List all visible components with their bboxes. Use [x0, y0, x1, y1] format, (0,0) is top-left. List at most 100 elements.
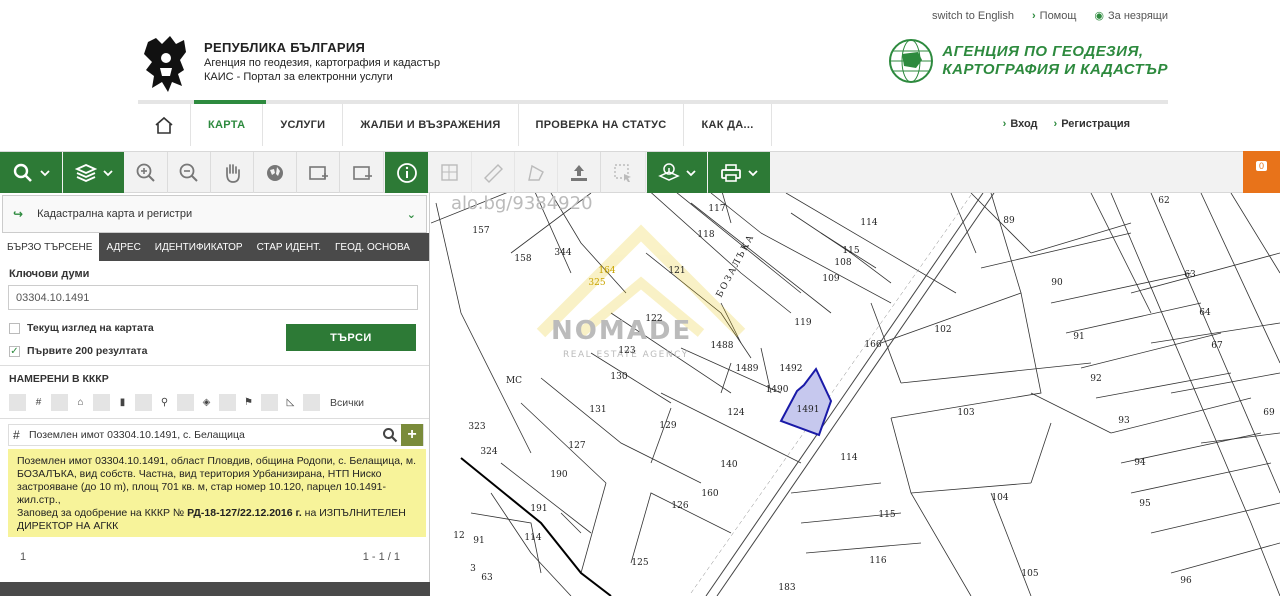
parcel-label: 3 [470, 564, 476, 574]
filter-empty-button[interactable] [261, 394, 278, 411]
info-icon [396, 163, 417, 183]
parcel-label: 67 [1211, 341, 1223, 351]
current-view-checkbox[interactable]: Текущ изглед на картата [9, 322, 154, 334]
filter-building-button[interactable]: ⌂ [72, 394, 89, 411]
chevron-down-icon [102, 170, 113, 177]
chevron-down-icon [40, 170, 50, 177]
zoom-in-button[interactable] [125, 152, 168, 194]
accessibility-link[interactable]: ◉ За незрящи [1094, 9, 1168, 23]
brand-block[interactable]: РЕПУБЛИКА БЪЛГАРИЯ Агенция по геодезия, … [140, 34, 440, 96]
filter-layers-button[interactable]: ◈ [198, 394, 215, 411]
layer-selector[interactable]: ↪ Кадастрална карта и регистри ⌄ [2, 195, 427, 233]
nav-status-check[interactable]: ПРОВЕРКА НА СТАТУС [519, 104, 685, 146]
nav-map[interactable]: КАРТА [191, 104, 264, 146]
eye-icon: ◉ [1094, 10, 1105, 22]
measure-distance-button[interactable] [472, 152, 515, 194]
filter-all-label[interactable]: Всички [330, 397, 364, 409]
parcel-label: 108 [834, 258, 851, 268]
map-canvas[interactable]: alo.bg/9384920 NOMADE REAL ESTATE AGENCY… [431, 193, 1280, 596]
globe-icon [889, 39, 934, 83]
full-extent-button[interactable] [254, 152, 297, 194]
parcel-label: 123 [618, 346, 635, 356]
parcel-label: 12 [453, 531, 464, 541]
help-link[interactable]: › Помощ [1032, 9, 1076, 22]
layers-tool-button[interactable] [63, 152, 124, 194]
add-window-button[interactable] [297, 152, 340, 194]
street-label: БОЗАЛЪКА [715, 232, 757, 299]
home-nav[interactable] [138, 104, 191, 146]
nav-how-to[interactable]: КАК ДА... [684, 104, 772, 146]
filter-unit-button[interactable]: ▮ [114, 394, 131, 411]
chevron-down-icon: ⌄ [406, 208, 416, 221]
select-button[interactable] [601, 152, 646, 194]
agency-name-line2: КАРТОГРАФИЯ И КАДАСТЪР [942, 61, 1168, 78]
pan-button[interactable] [211, 152, 254, 194]
filter-flag-button[interactable]: ⚑ [240, 394, 257, 411]
filter-empty-button[interactable] [177, 394, 194, 411]
parcel-label: 1488 [711, 341, 734, 351]
cadastral-map[interactable]: alo.bg/9384920 NOMADE REAL ESTATE AGENCY… [431, 193, 1280, 596]
grid-icon: # [13, 428, 20, 442]
filter-location-button[interactable]: ⚲ [156, 394, 173, 411]
page-number[interactable]: 1 [20, 551, 26, 563]
register-link[interactable]: Регистрация [1054, 118, 1130, 130]
search-button[interactable]: ТЪРСИ [286, 324, 416, 351]
filter-grid-button[interactable]: # [30, 394, 47, 411]
parcel-label: 160 [701, 489, 718, 499]
tab-quick-search[interactable]: БЪРЗО ТЪРСЕНЕ [0, 233, 100, 261]
parcel-label: 95 [1139, 499, 1151, 509]
notifications-button[interactable]: 0 [1243, 151, 1280, 193]
tab-identifier[interactable]: ИДЕНТИФИКАТОР [148, 233, 250, 261]
parcel-label: 1492 [780, 364, 803, 374]
filter-empty-button[interactable] [51, 394, 68, 411]
highlighted-parcel[interactable] [779, 367, 833, 437]
upload-button[interactable] [558, 152, 601, 194]
layer-info-icon [658, 163, 680, 181]
filter-parcel-button[interactable] [9, 394, 26, 411]
filter-empty-button[interactable] [135, 394, 152, 411]
parcel-label: 63 [481, 573, 493, 583]
search-panel: ↪ Кадастрална карта и регистри ⌄ БЪРЗО Т… [0, 193, 430, 596]
filter-empty-button[interactable] [93, 394, 110, 411]
watermark-logo: NOMADE [551, 316, 692, 346]
measure-angle-button[interactable] [515, 152, 558, 194]
keywords-input[interactable]: 03304.10.1491 [8, 285, 418, 310]
map-toolbar [0, 151, 1280, 194]
parcel-label: 324 [480, 447, 497, 457]
nav-complaints[interactable]: ЖАЛБИ И ВЪЗРАЖЕНИЯ [343, 104, 519, 146]
info-tool-button[interactable] [385, 152, 428, 194]
filter-empty-button[interactable] [219, 394, 236, 411]
tab-old-identifier[interactable]: СТАР ИДЕНТ. [250, 233, 328, 261]
parcel-label: 90 [1051, 278, 1063, 288]
divider [0, 418, 429, 419]
home-icon [155, 116, 173, 134]
parcel-label: 164 [598, 266, 615, 276]
tab-address[interactable]: АДРЕС [99, 233, 147, 261]
add-result-button[interactable]: + [401, 424, 423, 446]
login-link[interactable]: Вход [1003, 118, 1037, 130]
switch-language-link[interactable]: switch to English [932, 9, 1014, 22]
agency-logo[interactable]: АГЕНЦИЯ ПО ГЕОДЕЗИЯ, КАРТОГРАФИЯ И КАДАС… [888, 38, 1168, 84]
first-200-checkbox[interactable]: ✓ Първите 200 резултата [9, 345, 147, 357]
found-label: НАМЕРЕНИ В КККР [9, 373, 109, 385]
window-add-icon [309, 166, 328, 180]
filter-boundary-button[interactable]: ◺ [282, 394, 299, 411]
measure-area-button[interactable] [429, 152, 472, 194]
print-button[interactable] [708, 152, 770, 194]
parcel-label: 114 [860, 218, 877, 228]
filter-empty-button[interactable] [303, 394, 320, 411]
parcel-label: 1490 [766, 385, 789, 395]
zoom-out-button[interactable] [168, 152, 211, 194]
select-area-icon [614, 164, 631, 182]
parcel-label: МС [506, 376, 522, 386]
nav-services[interactable]: УСЛУГИ [263, 104, 344, 146]
tab-geodetic-base[interactable]: ГЕОД. ОСНОВА [328, 233, 417, 261]
result-item[interactable]: # Поземлен имот 03304.10.1491, с. Белащи… [8, 424, 424, 446]
polygon-icon [528, 164, 544, 181]
remove-window-button[interactable] [340, 152, 384, 194]
brand-title: РЕПУБЛИКА БЪЛГАРИЯ [204, 40, 366, 55]
layer-info-button[interactable] [647, 152, 707, 194]
parcel-label: 69 [1263, 408, 1275, 418]
search-tool-button[interactable] [0, 152, 62, 194]
zoom-to-result-button[interactable] [379, 424, 401, 446]
